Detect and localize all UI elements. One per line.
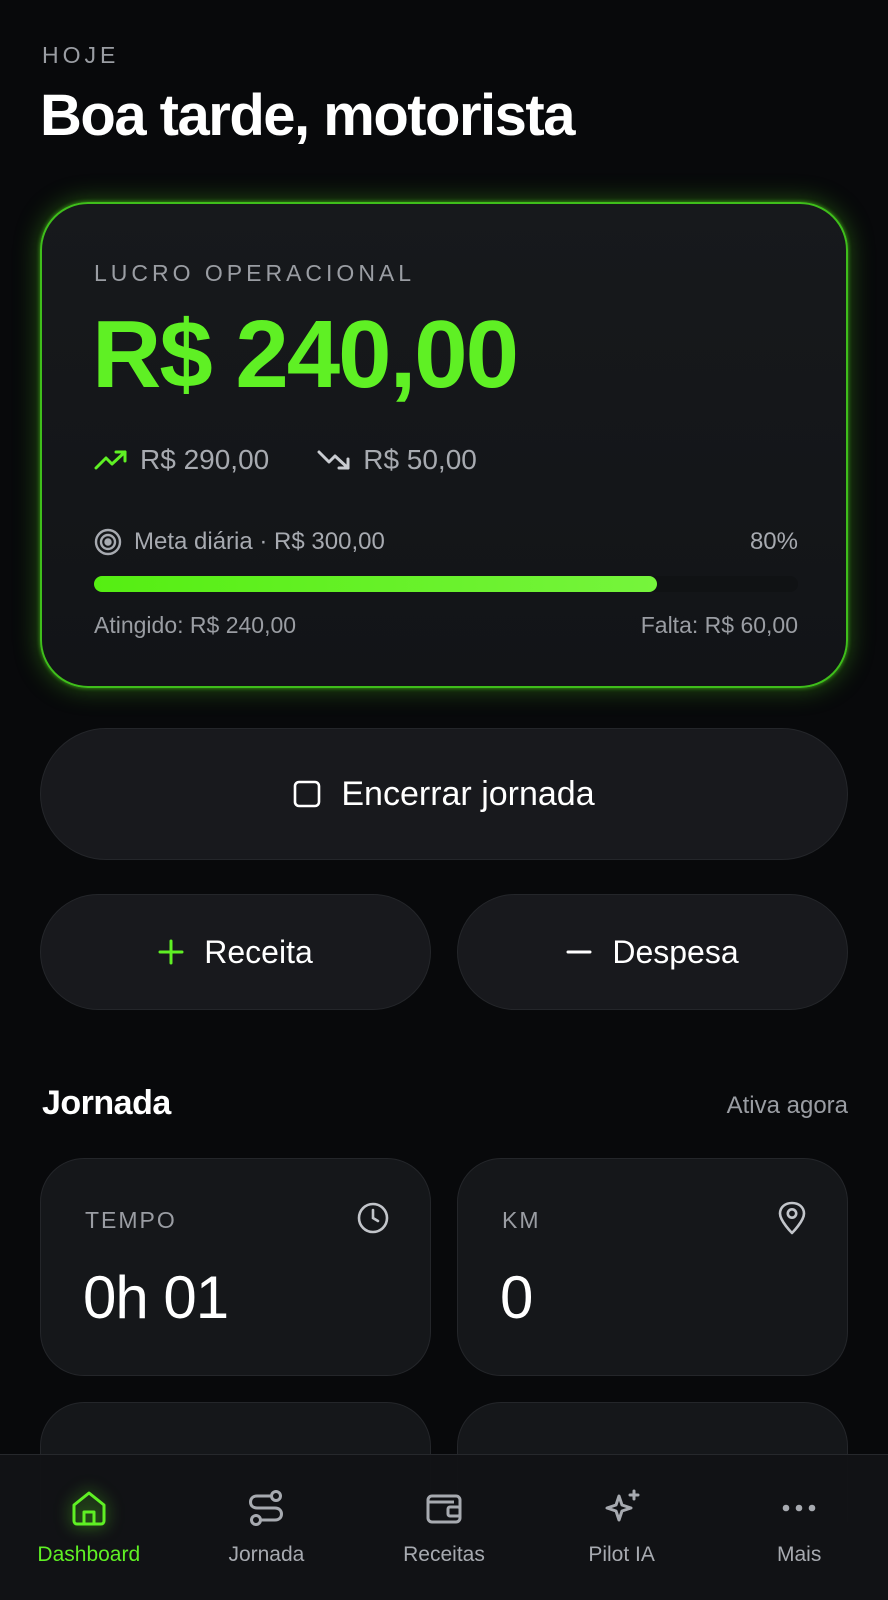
nav-item-label: Jornada bbox=[228, 1543, 305, 1566]
sparkles-icon bbox=[605, 1489, 640, 1522]
daily-goal-progress-bar bbox=[94, 576, 798, 592]
profit-label: LUCRO OPERACIONAL bbox=[94, 260, 416, 286]
end-shift-label: Encerrar jornada bbox=[341, 774, 595, 813]
stat-label: TEMPO bbox=[85, 1207, 177, 1233]
map-pin-icon bbox=[778, 1201, 806, 1235]
nav-item-pilot-ia[interactable]: Pilot IA bbox=[537, 1485, 707, 1567]
home-icon bbox=[72, 1491, 106, 1526]
daily-goal-footer: Atingido: R$ 240,00 Falta: R$ 60,00 bbox=[94, 608, 798, 642]
date-eyebrow: HOJE bbox=[42, 42, 120, 68]
expense-value: R$ 50,00 bbox=[363, 444, 477, 475]
nav-item-receitas[interactable]: Receitas bbox=[359, 1485, 529, 1567]
nav-item-jornada[interactable]: Jornada bbox=[181, 1485, 351, 1567]
nav-item-label: Mais bbox=[777, 1543, 822, 1566]
bottom-navigation: Dashboard Jornada Receitas Pilot IA Mais bbox=[0, 1454, 888, 1600]
add-income-label: Receita bbox=[204, 933, 313, 970]
daily-goal-label: Meta diária · R$ 300,00 bbox=[134, 528, 385, 555]
route-icon bbox=[249, 1490, 284, 1526]
goal-remaining: Falta: R$ 60,00 bbox=[640, 611, 798, 638]
expense-summary: R$ 50,00 bbox=[317, 444, 477, 476]
stat-value: 0 bbox=[500, 1264, 533, 1331]
daily-goal-progress-fill bbox=[94, 576, 658, 592]
income-expense-row: R$ 290,00 R$ 50,00 bbox=[94, 440, 525, 480]
nav-item-label: Pilot IA bbox=[588, 1543, 655, 1566]
plus-icon bbox=[158, 939, 184, 965]
nav-item-dashboard[interactable]: Dashboard bbox=[4, 1485, 174, 1567]
end-shift-button[interactable]: Encerrar jornada bbox=[40, 728, 848, 860]
add-income-button[interactable]: Receita bbox=[40, 894, 431, 1010]
stat-label: KM bbox=[502, 1207, 541, 1233]
nav-item-mais[interactable]: Mais bbox=[714, 1485, 884, 1567]
daily-goal-label-group: Meta diária · R$ 300,00 bbox=[94, 528, 385, 556]
stop-square-icon bbox=[294, 780, 321, 808]
stat-card-time: TEMPO 0h 01 bbox=[40, 1158, 431, 1376]
shift-status: Ativa agora bbox=[726, 1092, 848, 1119]
daily-goal-row: Meta diária · R$ 300,00 80% bbox=[94, 524, 798, 560]
more-dots-icon bbox=[782, 1504, 816, 1512]
dashboard-screen: HOJE Boa tarde, motorista LUCRO OPERACIO… bbox=[0, 0, 888, 1600]
add-expense-label: Despesa bbox=[612, 933, 739, 970]
shift-section-title: Jornada bbox=[42, 1084, 171, 1122]
trending-down-icon bbox=[317, 450, 350, 470]
profit-card: LUCRO OPERACIONAL R$ 240,00 R$ 290,00 R$… bbox=[40, 202, 848, 688]
nav-item-label: Dashboard bbox=[37, 1543, 141, 1566]
stat-value: 0h 01 bbox=[83, 1264, 229, 1331]
stat-card-km: KM 0 bbox=[457, 1158, 848, 1376]
income-value: R$ 290,00 bbox=[140, 444, 270, 475]
daily-goal-percent: 80% bbox=[749, 528, 798, 555]
income-summary: R$ 290,00 bbox=[94, 444, 269, 476]
profit-value: R$ 240,00 bbox=[92, 301, 519, 408]
nav-item-label: Receitas bbox=[403, 1543, 485, 1566]
target-icon bbox=[94, 528, 122, 556]
add-expense-button[interactable]: Despesa bbox=[457, 894, 848, 1010]
goal-achieved: Atingido: R$ 240,00 bbox=[94, 611, 297, 638]
wallet-icon bbox=[426, 1494, 462, 1524]
clock-icon bbox=[357, 1202, 389, 1234]
trending-up-icon bbox=[94, 450, 127, 470]
minus-icon bbox=[566, 950, 592, 954]
page-title: Boa tarde, motorista bbox=[40, 83, 576, 148]
